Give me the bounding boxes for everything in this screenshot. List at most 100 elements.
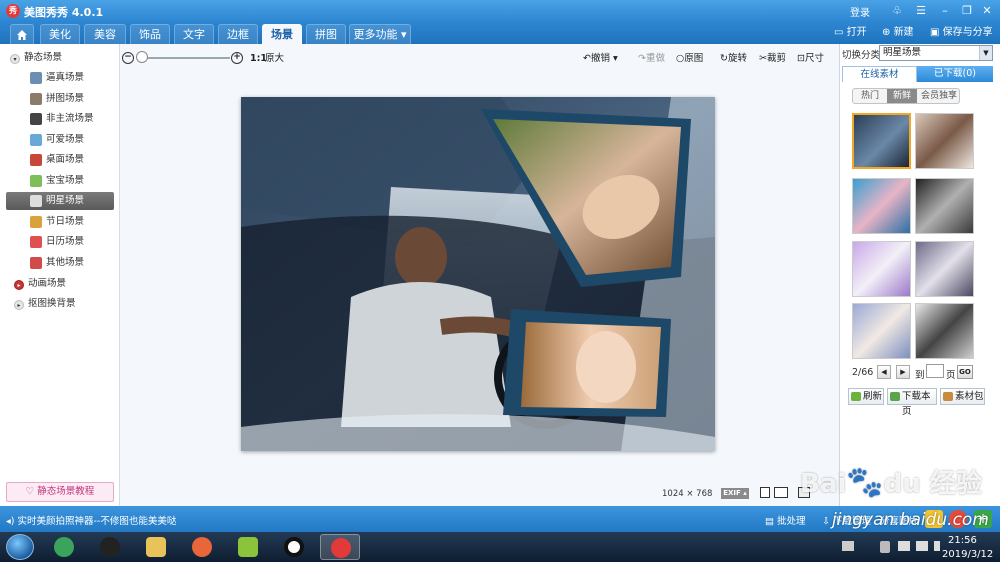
resize-button[interactable]: ⊡尺寸: [797, 52, 824, 66]
save-share-button[interactable]: ▣ 保存与分享: [930, 25, 993, 41]
tree-item-desktop[interactable]: 桌面场景: [6, 151, 114, 169]
tree-item-calendar[interactable]: 日历场景: [6, 233, 114, 251]
tab-online-materials[interactable]: 在线素材: [842, 66, 917, 82]
zoom-slider-track[interactable]: [140, 57, 230, 59]
tab-collage[interactable]: 拼图: [306, 24, 346, 44]
taskbar-app-qq[interactable]: [90, 534, 130, 560]
os-taskbar: [0, 532, 1000, 562]
rotate-icon: ↻: [720, 53, 728, 64]
zoom-slider-thumb[interactable]: [136, 51, 148, 63]
material-library-button[interactable]: 素材包: [940, 388, 985, 405]
taskbar-app-meitu[interactable]: [320, 534, 360, 560]
tab-text[interactable]: 文字: [174, 24, 214, 44]
undo-button[interactable]: ↶撤销 ▾: [583, 52, 618, 66]
tree-group-cutout[interactable]: ▸ 抠图换背景: [14, 296, 76, 312]
zoom-in-icon[interactable]: +: [231, 52, 243, 64]
scene-photo-canvas[interactable]: [241, 97, 715, 451]
zoom-out-icon[interactable]: −: [122, 52, 134, 64]
tab-frames[interactable]: 边框: [218, 24, 258, 44]
network-icon[interactable]: [898, 541, 910, 551]
chevron-down-icon: ▼: [979, 46, 992, 60]
tab-makeup[interactable]: 美容: [84, 24, 126, 44]
close-button[interactable]: ✕: [978, 3, 996, 19]
start-button-icon[interactable]: [6, 534, 34, 560]
download-page-button[interactable]: 下载本页: [887, 388, 937, 417]
promo-link[interactable]: ◂) 实时美颜拍照神器--不修图也能美美哒: [6, 513, 176, 527]
maximize-button[interactable]: ❐: [958, 3, 976, 19]
redo-button[interactable]: ↷重做: [638, 52, 665, 66]
material-thumbnail[interactable]: [915, 241, 974, 297]
tree-item-cute[interactable]: 可爱场景: [6, 131, 114, 149]
download-icon: [890, 392, 900, 401]
flag-icon[interactable]: [934, 541, 940, 551]
original-image-button[interactable]: ○原图: [676, 52, 703, 66]
material-thumbnail[interactable]: [852, 241, 911, 297]
material-thumbnail[interactable]: [915, 178, 974, 234]
tray-icon[interactable]: [880, 541, 890, 553]
compare-view-icon[interactable]: [760, 487, 770, 498]
taskbar-app-360[interactable]: [44, 534, 84, 560]
taskbar-app-firefox[interactable]: [182, 534, 222, 560]
home-tab[interactable]: [10, 24, 34, 44]
taskbar-app-recorder[interactable]: [274, 534, 314, 560]
folder-icon: ▭: [834, 27, 847, 38]
material-thumbnail[interactable]: [852, 113, 911, 169]
clock-date[interactable]: 2019/3/12: [942, 549, 993, 560]
scissors-icon: ✂: [759, 53, 767, 64]
exif-button[interactable]: EXIF ▴: [721, 488, 749, 499]
subtab-vip[interactable]: 会员独享: [917, 89, 961, 103]
tab-beautify[interactable]: 美化: [40, 24, 80, 44]
tree-group-static[interactable]: ▾ 静态场景: [10, 50, 62, 66]
open-button[interactable]: ▭ 打开: [834, 25, 867, 41]
material-thumbnail[interactable]: [915, 303, 974, 359]
category-select[interactable]: 明星场景 ▼: [879, 45, 993, 61]
tab-more-features[interactable]: 更多功能 ▾: [349, 24, 411, 44]
scene-icon: [30, 216, 42, 228]
tree-item-celebrity[interactable]: 明星场景: [6, 192, 114, 210]
tree-group-animated[interactable]: ▸ 动画场景: [14, 276, 66, 292]
page-label: 页: [946, 370, 956, 381]
next-page-button[interactable]: ▶: [896, 365, 910, 379]
tree-item-baby[interactable]: 宝宝场景: [6, 172, 114, 190]
scene-icon: [30, 236, 42, 248]
material-thumbnail[interactable]: [852, 303, 911, 359]
app-title: 美图秀秀 4.0.1: [24, 6, 104, 19]
minimize-button[interactable]: –: [936, 3, 954, 19]
material-thumbnail[interactable]: [852, 178, 911, 234]
taskbar-app-explorer[interactable]: [136, 534, 176, 560]
new-button[interactable]: ⊕ 新建: [882, 25, 914, 41]
original-size-label[interactable]: 原大: [265, 52, 284, 66]
tree-item-realistic[interactable]: 逼真场景: [6, 69, 114, 87]
login-link[interactable]: 登录: [850, 4, 870, 19]
static-scene-tutorial-button[interactable]: ♡ 静态场景教程: [6, 482, 114, 502]
batch-process-link[interactable]: ▤ 批处理: [765, 513, 806, 527]
material-thumbnail[interactable]: [915, 113, 974, 169]
split-view-icon[interactable]: [774, 487, 788, 498]
tree-item-other[interactable]: 其他场景: [6, 254, 114, 272]
home-icon: [17, 30, 27, 40]
menu-icon[interactable]: ☰: [912, 3, 930, 19]
clock-time[interactable]: 21:56: [948, 535, 977, 546]
speaker-icon: ◂): [6, 516, 18, 527]
tree-item-holiday[interactable]: 节日场景: [6, 213, 114, 231]
crop-button[interactable]: ✂裁剪: [759, 52, 786, 66]
tree-item-collage[interactable]: 拼图场景: [6, 90, 114, 108]
volume-icon[interactable]: [916, 541, 928, 551]
taskbar-app-video[interactable]: [228, 534, 268, 560]
subtab-new[interactable]: 新鲜: [887, 89, 917, 103]
go-button[interactable]: GO: [957, 365, 973, 379]
tab-scenes[interactable]: 场景: [262, 24, 302, 44]
tab-stickers[interactable]: 饰品: [130, 24, 170, 44]
prev-page-button[interactable]: ◀: [877, 365, 891, 379]
keyboard-icon[interactable]: [842, 541, 854, 551]
refresh-button[interactable]: 刷新: [848, 388, 884, 405]
page-number-input[interactable]: [926, 364, 944, 378]
skin-icon[interactable]: ♧: [888, 3, 906, 19]
subtab-hot[interactable]: 热门: [853, 89, 887, 103]
rotate-button[interactable]: ↻旋转: [720, 52, 747, 66]
tree-item-nonmainstream[interactable]: 非主流场景: [6, 110, 114, 128]
goto-label: 到: [915, 370, 925, 381]
tab-downloaded[interactable]: 已下载(0): [917, 66, 993, 82]
package-icon: [943, 392, 953, 401]
redo-icon: ↷: [638, 53, 646, 64]
